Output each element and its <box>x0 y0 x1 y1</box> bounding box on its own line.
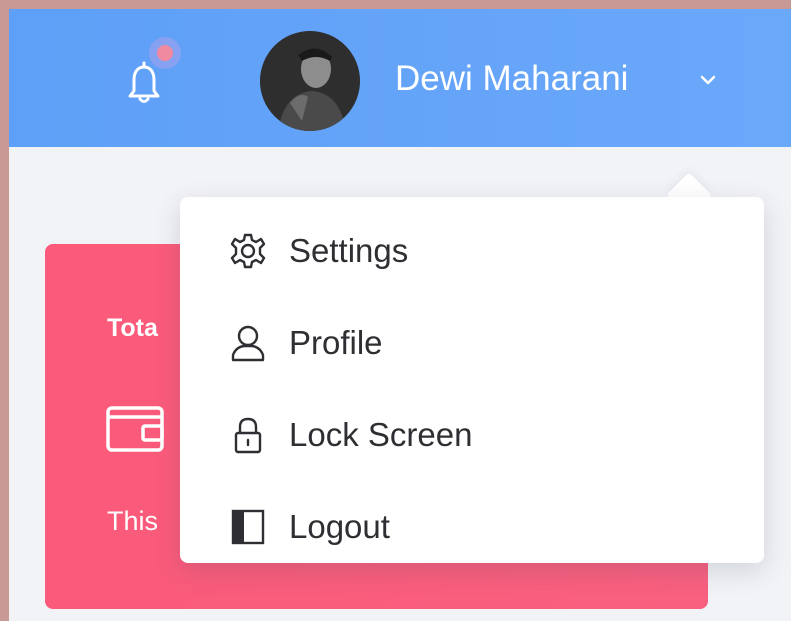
stat-card-subtitle: This <box>107 506 159 536</box>
avatar[interactable] <box>260 31 360 131</box>
wallet-icon <box>106 406 164 452</box>
top-navbar: Dewi Maharani <box>9 9 791 147</box>
logout-icon <box>231 509 265 545</box>
app-frame: Dewi Maharani Tota This Settings Profile… <box>9 9 791 621</box>
menu-item-label: Profile <box>289 324 383 361</box>
menu-item-profile[interactable]: Profile <box>180 297 764 389</box>
bell-icon[interactable] <box>127 61 161 105</box>
menu-item-label: Lock Screen <box>289 416 473 453</box>
stat-card-title: Tota <box>107 314 158 342</box>
notification-badge <box>157 45 173 61</box>
chevron-down-icon[interactable] <box>697 69 719 91</box>
user-name[interactable]: Dewi Maharani <box>395 53 628 105</box>
user-dropdown-menu: Settings Profile Lock Screen Logout <box>180 197 764 563</box>
menu-item-label: Logout <box>289 508 390 545</box>
lock-icon <box>234 417 262 454</box>
user-icon <box>231 325 265 362</box>
menu-item-logout[interactable]: Logout <box>180 481 764 573</box>
menu-item-label: Settings <box>289 232 409 269</box>
menu-item-settings[interactable]: Settings <box>180 205 764 297</box>
menu-item-lock-screen[interactable]: Lock Screen <box>180 389 764 481</box>
gear-icon <box>230 233 266 269</box>
